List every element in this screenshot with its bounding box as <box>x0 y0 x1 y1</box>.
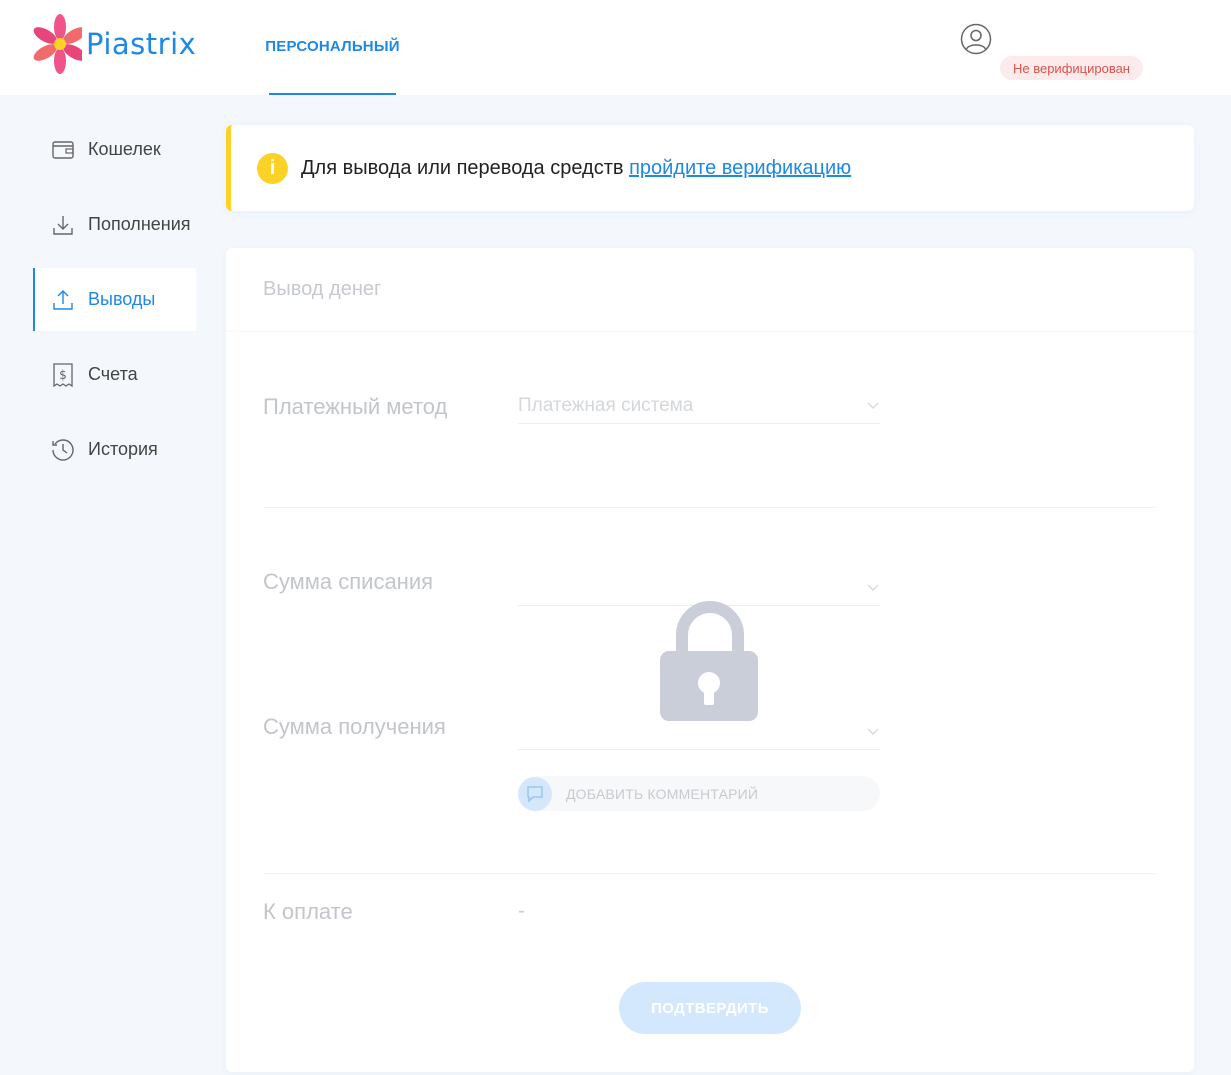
user-profile-icon[interactable] <box>960 23 992 55</box>
payment-system-select[interactable]: Платежная система <box>518 388 880 424</box>
upload-icon <box>50 287 76 313</box>
sidebar-item-deposits[interactable]: Пополнения <box>33 193 196 256</box>
invoice-icon: $ <box>50 362 76 388</box>
add-comment-button[interactable]: ДОБАВИТЬ КОММЕНТАРИЙ <box>518 776 880 811</box>
card-title: Вывод денег <box>226 248 1194 332</box>
sidebar-item-history[interactable]: История <box>33 418 196 481</box>
lock-icon <box>660 601 758 721</box>
divider <box>263 873 1157 874</box>
divider <box>263 507 1157 508</box>
debit-amount-label: Сумма списания <box>263 569 434 594</box>
chevron-down-icon <box>867 402 879 409</box>
verification-alert: i Для вывода или перевода средств пройди… <box>226 125 1194 211</box>
tab-personal[interactable]: ПЕРСОНАЛЬНЫЙ <box>265 0 400 95</box>
verification-link[interactable]: пройдите верификацию <box>629 157 851 179</box>
sidebar-item-label: Кошелек <box>88 139 161 159</box>
svg-text:$: $ <box>59 368 67 382</box>
payment-system-placeholder: Платежная система <box>518 394 694 416</box>
sidebar-item-label: Пополнения <box>88 214 191 234</box>
confirm-button[interactable]: ПОДТВЕРДИТЬ <box>619 982 801 1034</box>
sidebar-item-invoices[interactable]: $ Счета <box>33 343 196 406</box>
top-header: Piastrix ПЕРСОНАЛЬНЫЙ Не верифицирован <box>0 0 1231 95</box>
brand-logo[interactable]: Piastrix <box>32 12 196 76</box>
to-pay-value: - <box>518 900 525 922</box>
sidebar-item-withdrawals[interactable]: Выводы <box>33 268 196 331</box>
withdraw-card: Вывод денег Платежный метод Платежная си… <box>226 248 1194 1072</box>
sidebar-item-label: Выводы <box>88 289 156 309</box>
sidebar-item-label: История <box>88 439 158 459</box>
sidebar: Кошелек Пополнения Выводы $ Счета Истори… <box>33 118 196 493</box>
payment-method-label: Платежный метод <box>263 394 448 419</box>
download-icon <box>50 212 76 238</box>
to-pay-label: К оплате <box>263 899 353 924</box>
add-comment-label: ДОБАВИТЬ КОММЕНТАРИЙ <box>566 785 759 802</box>
sidebar-item-wallet[interactable]: Кошелек <box>33 118 196 181</box>
chevron-down-icon <box>867 728 879 735</box>
receive-amount-label: Сумма получения <box>263 714 446 739</box>
wallet-icon <box>50 137 76 163</box>
chevron-down-icon <box>867 584 879 591</box>
verification-status-badge: Не верифицирован <box>1000 56 1143 80</box>
brand-name: Piastrix <box>86 27 197 61</box>
info-warning-icon: i <box>257 152 288 184</box>
alert-text: Для вывода или перевода средств <box>301 156 630 179</box>
sidebar-item-label: Счета <box>88 364 138 384</box>
history-icon <box>50 437 76 463</box>
comment-icon <box>518 776 552 811</box>
alert-message: Для вывода или перевода средств пройдите… <box>301 157 851 180</box>
flower-logo-icon <box>33 14 82 74</box>
